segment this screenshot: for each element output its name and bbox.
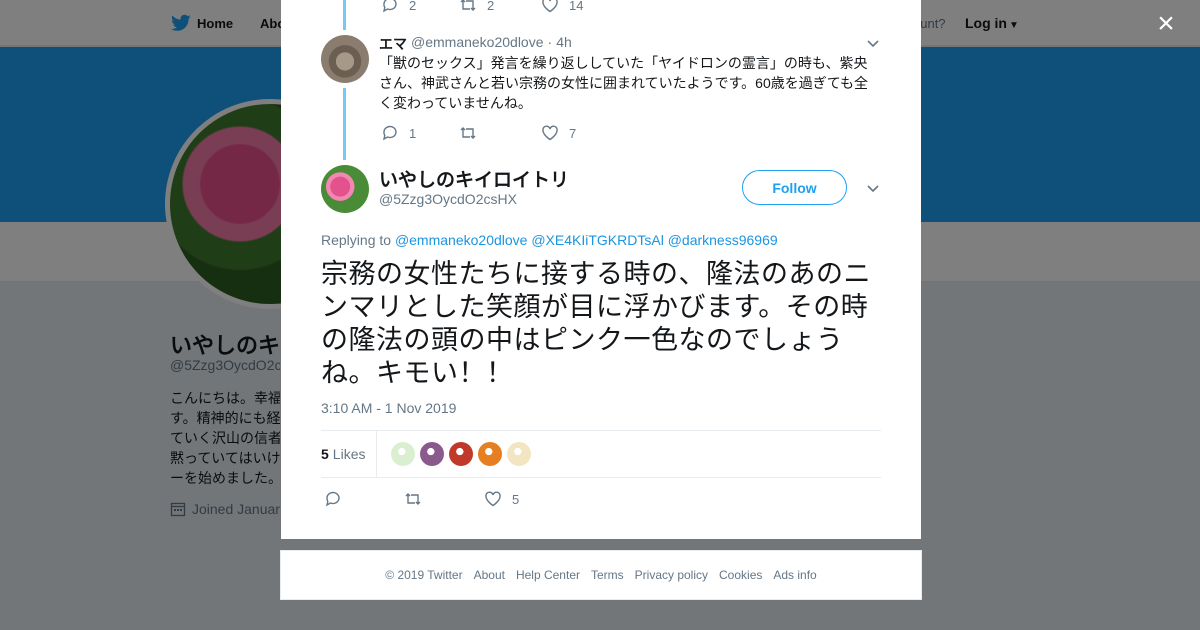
- footer-link-about[interactable]: About: [474, 568, 505, 582]
- retweet-action[interactable]: [404, 490, 484, 508]
- close-icon[interactable]: ×: [1154, 9, 1178, 39]
- footer-link-terms[interactable]: Terms: [591, 568, 624, 582]
- reply-author-handle[interactable]: @emmaneko20dlove: [411, 34, 544, 54]
- liker-avatar[interactable]: [478, 442, 503, 466]
- like-count: 14: [569, 0, 584, 13]
- reply-avatar[interactable]: [321, 35, 369, 83]
- tweet-modal: 2 2 14 エマ @emmaneko20dlove · 4h 「獣のセックス」…: [281, 0, 921, 539]
- liker-avatar[interactable]: [507, 442, 532, 466]
- liker-avatar[interactable]: [420, 442, 445, 466]
- reply-count: 1: [409, 125, 417, 141]
- thread-line: [343, 0, 346, 30]
- reply-header: エマ @emmaneko20dlove · 4h: [379, 34, 572, 54]
- main-tweet-text: 宗務の女性たちに接する時の、隆法のあのニンマリとした笑顔が目に浮かびます。その時…: [321, 259, 871, 388]
- prev-tweet-actions: 2 2 14: [381, 0, 583, 14]
- reply-action[interactable]: 2: [381, 0, 459, 14]
- reply-action[interactable]: [324, 490, 404, 508]
- replying-link[interactable]: @darkness96969: [668, 232, 778, 248]
- reply-actions: 1 7: [381, 124, 576, 142]
- retweet-count: 2: [487, 0, 495, 13]
- reply-count: 2: [409, 0, 417, 13]
- footer-link-ads-info[interactable]: Ads info: [773, 568, 816, 582]
- like-count: 5: [512, 491, 520, 507]
- main-tweet-avatar[interactable]: [321, 165, 369, 213]
- chevron-down-icon[interactable]: [866, 36, 880, 50]
- reply-author-name[interactable]: エマ: [379, 34, 407, 54]
- main-tweet-timestamp[interactable]: 3:10 AM - 1 Nov 2019: [321, 400, 456, 416]
- tweet-stats: 5 Likes: [321, 430, 881, 478]
- liker-avatar[interactable]: [391, 442, 416, 466]
- likers-list: [391, 442, 532, 466]
- retweet-action[interactable]: [459, 124, 541, 142]
- heart-icon: [542, 0, 558, 13]
- chevron-down-icon[interactable]: [866, 181, 880, 195]
- heart-icon: [485, 491, 501, 507]
- replying-prefix: Replying to: [321, 232, 392, 248]
- like-action[interactable]: 7: [541, 124, 576, 142]
- main-tweet-author-name[interactable]: いやしのキイロイトリ: [379, 165, 569, 192]
- reply-separator: ·: [547, 34, 553, 50]
- footer-link-help-center[interactable]: Help Center: [516, 568, 580, 582]
- modal-footer: © 2019 Twitter About Help Center Terms P…: [280, 550, 922, 600]
- footer-link-cookies[interactable]: Cookies: [719, 568, 762, 582]
- reply-icon: [325, 491, 340, 507]
- retweet-icon: [405, 493, 421, 505]
- heart-icon: [542, 125, 558, 141]
- main-tweet-author-handle[interactable]: @5Zzg3OycdO2csHX: [379, 191, 517, 207]
- like-count: 7: [569, 125, 577, 141]
- retweet-icon: [460, 0, 476, 11]
- likes-label: Likes: [332, 446, 366, 462]
- like-action[interactable]: 5: [484, 490, 519, 508]
- reply-time[interactable]: 4h: [556, 34, 572, 54]
- retweet-icon: [460, 127, 476, 139]
- reply-icon: [382, 125, 397, 141]
- liker-avatar[interactable]: [449, 442, 474, 466]
- footer-copyright: © 2019 Twitter: [385, 568, 463, 582]
- like-action[interactable]: 14: [541, 0, 583, 14]
- reply-action[interactable]: 1: [381, 124, 459, 142]
- likes-count: 5: [321, 446, 329, 462]
- reply-text: 「獣のセックス」発言を繰り返ししていた「ヤイドロンの霊言」の時も、紫央さん、神武…: [379, 55, 869, 111]
- main-tweet-actions: 5: [324, 490, 519, 508]
- replying-to: Replying to @emmaneko20dlove @XE4KIiTGKR…: [321, 232, 778, 248]
- replying-link[interactable]: @XE4KIiTGKRDTsAl: [531, 232, 663, 248]
- thread-line: [343, 88, 346, 160]
- retweet-action[interactable]: 2: [459, 0, 541, 14]
- follow-button[interactable]: Follow: [742, 170, 847, 205]
- likes-stat[interactable]: 5 Likes: [321, 431, 378, 477]
- footer-link-privacy[interactable]: Privacy policy: [635, 568, 708, 582]
- replying-link[interactable]: @emmaneko20dlove: [395, 232, 528, 248]
- reply-icon: [382, 0, 397, 13]
